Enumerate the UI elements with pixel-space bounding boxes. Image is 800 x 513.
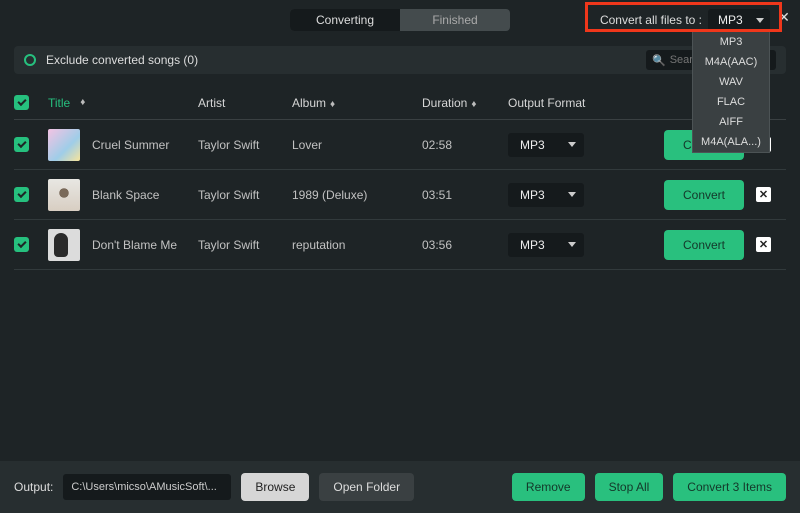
album-art [48, 129, 80, 161]
chevron-down-icon [568, 142, 576, 147]
track-title: Don't Blame Me [92, 238, 177, 252]
track-list: Title♦ Artist Album♦ Duration♦ Output Fo… [14, 86, 786, 270]
row-format-select[interactable]: MP3 [508, 133, 584, 157]
output-label: Output: [14, 480, 53, 494]
exclude-converted-label[interactable]: Exclude converted songs (0) [46, 53, 198, 67]
format-option[interactable]: WAV [693, 72, 769, 92]
chevron-down-icon [756, 18, 764, 23]
row-checkbox[interactable] [14, 137, 29, 152]
close-icon[interactable]: ✕ [776, 9, 792, 25]
row-checkbox[interactable] [14, 187, 29, 202]
format-option[interactable]: M4A(AAC) [693, 52, 769, 72]
open-folder-button[interactable]: Open Folder [319, 473, 414, 501]
track-duration: 03:51 [422, 188, 508, 202]
track-duration: 02:58 [422, 138, 508, 152]
top-bar: Converting Finished Convert all files to… [0, 0, 800, 40]
convert-all-format-select[interactable]: MP3 [708, 9, 770, 31]
col-album[interactable]: Album♦ [292, 96, 422, 110]
table-row: Blank Space Taylor Swift 1989 (Deluxe) 0… [14, 170, 786, 220]
convert-button[interactable]: Convert [664, 230, 744, 260]
convert-button[interactable]: Convert [664, 180, 744, 210]
view-tabs: Converting Finished [290, 9, 510, 31]
format-option[interactable]: MP3 [693, 32, 769, 52]
output-path-field[interactable]: C:\Users\micso\AMusicSoft\... [63, 474, 231, 500]
album-art [48, 229, 80, 261]
track-artist: Taylor Swift [198, 238, 292, 252]
chevron-down-icon [568, 242, 576, 247]
format-dropdown: MP3 M4A(AAC) WAV FLAC AIFF M4A(ALA...) [692, 31, 770, 153]
track-album: 1989 (Deluxe) [292, 188, 422, 202]
table-row: Don't Blame Me Taylor Swift reputation 0… [14, 220, 786, 270]
search-icon: 🔍 [652, 54, 666, 67]
track-artist: Taylor Swift [198, 138, 292, 152]
refresh-icon[interactable] [24, 54, 36, 66]
track-duration: 03:56 [422, 238, 508, 252]
track-album: reputation [292, 238, 422, 252]
convert-all-button[interactable]: Convert 3 Items [673, 473, 786, 501]
col-artist[interactable]: Artist [198, 96, 292, 110]
browse-button[interactable]: Browse [241, 473, 309, 501]
row-checkbox[interactable] [14, 237, 29, 252]
footer: Output: C:\Users\micso\AMusicSoft\... Br… [0, 461, 800, 513]
select-all-checkbox[interactable] [14, 95, 29, 110]
sort-icon: ♦ [471, 99, 476, 110]
sort-icon: ♦ [330, 99, 335, 110]
tab-converting[interactable]: Converting [290, 9, 400, 31]
table-row: Cruel Summer Taylor Swift Lover 02:58 MP… [14, 120, 786, 170]
format-option[interactable]: AIFF [693, 112, 769, 132]
row-format-select[interactable]: MP3 [508, 183, 584, 207]
col-title[interactable]: Title♦ [48, 96, 198, 110]
remove-button[interactable]: Remove [512, 473, 585, 501]
tab-finished[interactable]: Finished [400, 9, 510, 31]
remove-row-icon[interactable]: ✕ [756, 237, 771, 252]
track-artist: Taylor Swift [198, 188, 292, 202]
format-option[interactable]: M4A(ALA...) [693, 132, 769, 152]
convert-all-format-value: MP3 [718, 13, 743, 27]
album-art [48, 179, 80, 211]
col-output-format: Output Format [508, 96, 628, 110]
col-duration[interactable]: Duration♦ [422, 96, 508, 110]
track-title: Cruel Summer [92, 138, 169, 152]
sort-icon: ♦ [80, 97, 85, 108]
convert-all-group: Convert all files to : MP3 [600, 9, 770, 31]
convert-all-label: Convert all files to : [600, 13, 702, 27]
chevron-down-icon [568, 192, 576, 197]
table-header: Title♦ Artist Album♦ Duration♦ Output Fo… [14, 86, 786, 120]
remove-row-icon[interactable]: ✕ [756, 187, 771, 202]
format-option[interactable]: FLAC [693, 92, 769, 112]
row-format-select[interactable]: MP3 [508, 233, 584, 257]
track-title: Blank Space [92, 188, 159, 202]
track-album: Lover [292, 138, 422, 152]
toolbar: Exclude converted songs (0) 🔍 [14, 46, 786, 74]
stop-all-button[interactable]: Stop All [595, 473, 664, 501]
